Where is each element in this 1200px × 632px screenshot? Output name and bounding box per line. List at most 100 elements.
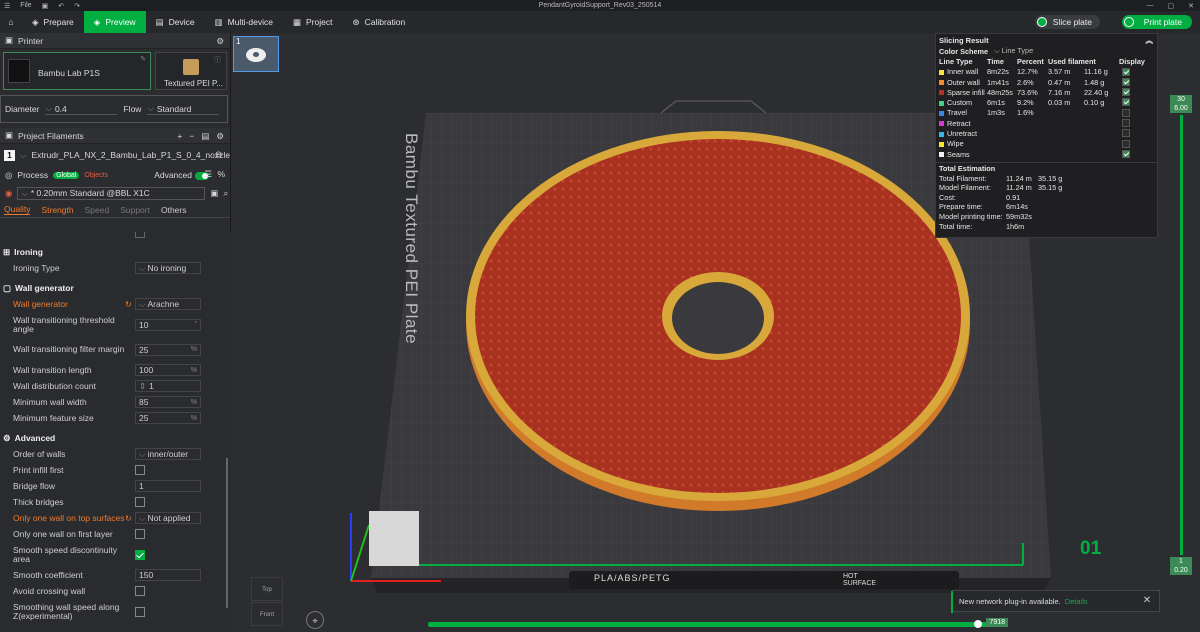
wall-transition-length-input[interactable]: 100%	[135, 364, 201, 376]
home-button[interactable]: ⌂	[0, 11, 22, 33]
plate-thumbnail-1[interactable]: 1	[233, 36, 279, 72]
stepper-icon[interactable]: ⇕	[139, 381, 146, 392]
edit-icon[interactable]: ✎	[140, 55, 146, 63]
printer-selector[interactable]: Bambu Lab P1S ✎	[3, 52, 151, 90]
display-checkbox[interactable]	[1122, 149, 1130, 158]
ironing-type-row: Ironing Type ⌵ No ironing	[0, 260, 231, 276]
order-of-walls-row: Order of walls ⌵ inner/outer	[0, 446, 231, 462]
line-percent: 1.6%	[1017, 108, 1034, 118]
filament-remove-icon[interactable]: ⊖	[215, 149, 222, 160]
wall-distribution-count-stepper[interactable]: ⇕ 1	[135, 380, 201, 392]
file-menu[interactable]: File	[20, 2, 31, 9]
sync-filament-icon[interactable]: ▤	[201, 131, 209, 142]
clipped-checkbox[interactable]	[135, 232, 145, 238]
reset-icon[interactable]: ↻	[125, 514, 132, 523]
title-bar: ☰ File ▣ ↶ ↷ PendantGyroidSupport_Rev03_…	[0, 0, 1200, 11]
one-wall-first-layer-checkbox[interactable]	[135, 529, 145, 539]
collapse-icon[interactable]: ︽	[1146, 35, 1154, 46]
tab-others[interactable]: Others	[161, 205, 187, 215]
cube-icon: ◈	[32, 16, 39, 27]
layer-track[interactable]	[1180, 115, 1183, 555]
minimum-feature-size-input[interactable]: 25%	[135, 412, 201, 424]
display-checkbox[interactable]	[1122, 108, 1130, 117]
estimation-row: Prepare time: 6m14s	[936, 202, 1157, 212]
plate-selector[interactable]: Textured PEI P... ⓘ	[155, 52, 227, 90]
redo-icon[interactable]: ↷	[74, 2, 80, 10]
tab-prepare[interactable]: ◈ Prepare	[22, 11, 84, 33]
remove-filament-icon[interactable]: −	[189, 131, 194, 142]
smooth-coefficient-input[interactable]: 150	[135, 569, 201, 581]
print-infill-first-checkbox[interactable]	[135, 465, 145, 475]
minimum-wall-width-input[interactable]: 85%	[135, 396, 201, 408]
tab-support[interactable]: Support	[120, 205, 150, 215]
smoothing-wall-speed-checkbox[interactable]	[135, 606, 145, 617]
tab-calibration[interactable]: ⊛ Calibration	[342, 11, 415, 33]
slice-dropdown-icon[interactable]	[1036, 17, 1047, 27]
display-checkbox[interactable]	[1122, 139, 1130, 148]
percent-icon[interactable]: %	[217, 169, 225, 179]
move-slider-knob[interactable]	[974, 620, 982, 628]
thick-bridges-checkbox[interactable]	[135, 497, 145, 507]
layer-top-handle[interactable]: 30 6.00	[1170, 95, 1192, 113]
tab-project[interactable]: ▦ Project	[283, 11, 343, 33]
bridge-flow-input[interactable]: 1	[135, 480, 201, 492]
tab-quality[interactable]: Quality	[4, 204, 31, 215]
camera-icon[interactable]: ⌖	[306, 611, 324, 629]
minimum-feature-size-row: Minimum feature size 25%	[0, 410, 231, 426]
layer-bottom-handle[interactable]: 1 0.20	[1170, 557, 1192, 575]
info-icon[interactable]: ⓘ	[214, 55, 221, 65]
reset-icon[interactable]: ↻	[125, 300, 132, 309]
move-slider[interactable]: 7918	[428, 618, 1008, 628]
one-wall-top-select[interactable]: ⌵ Not applied	[135, 512, 201, 524]
diameter-select[interactable]: ⌵ 0.4	[45, 103, 118, 115]
print-dropdown-icon[interactable]	[1123, 17, 1134, 27]
filament-item[interactable]: 1 ⌵ Extrudr_PLA_NX_2_Bambu_Lab_P1_S_0_4_…	[0, 144, 230, 166]
save-icon[interactable]: ▣	[42, 2, 49, 10]
tab-device[interactable]: ▤ Device	[146, 11, 205, 33]
display-checkbox[interactable]	[1122, 88, 1130, 97]
line-time: 8m22s	[987, 67, 1009, 77]
ironing-type-select[interactable]: ⌵ No ironing	[135, 262, 201, 274]
wall-threshold-angle-input[interactable]: 10 °	[135, 318, 201, 331]
line-type-swatch	[939, 90, 944, 96]
display-checkbox[interactable]	[1122, 67, 1130, 76]
global-toggle[interactable]: Global	[53, 171, 80, 179]
view-front-button[interactable]: Front	[251, 602, 283, 626]
print-plate-button[interactable]: Print plate	[1121, 15, 1192, 29]
process-section-header: ◎ Process Global Objects Advanced ☰ %	[5, 169, 225, 180]
close-notification-icon[interactable]: ✕	[1141, 595, 1153, 607]
add-filament-icon[interactable]: +	[177, 131, 182, 142]
order-of-walls-select[interactable]: ⌵ inner/outer	[135, 448, 201, 460]
tab-strength[interactable]: Strength	[41, 205, 73, 215]
undo-icon[interactable]: ↶	[58, 2, 64, 10]
search-icon[interactable]: ⌕	[223, 188, 228, 199]
color-scheme-select[interactable]: ⌵ Line Type	[994, 46, 1033, 56]
printer-settings-icon[interactable]: ⚙	[216, 36, 224, 47]
display-checkbox[interactable]	[1122, 98, 1130, 107]
flow-select[interactable]: ⌵ Standard	[147, 103, 220, 115]
wall-generator-select[interactable]: ⌵ Arachne	[135, 298, 201, 310]
wall-filter-margin-input[interactable]: 25%	[135, 343, 201, 356]
layer-slider[interactable]: 30 6.00 1 0.20	[1170, 95, 1192, 575]
minimize-icon[interactable]: —	[1147, 2, 1154, 9]
close-icon[interactable]: ✕	[1188, 2, 1194, 10]
view-top-button[interactable]: Top	[251, 577, 283, 601]
tab-preview[interactable]: ◈ Preview	[83, 11, 146, 33]
display-checkbox[interactable]	[1122, 129, 1130, 138]
menu-icon[interactable]: ☰	[4, 2, 10, 10]
save-preset-icon[interactable]: ▣	[210, 188, 218, 199]
avoid-crossing-wall-checkbox[interactable]	[135, 586, 145, 596]
process-preset-select[interactable]: ⌵ * 0.20mm Standard @BBL X1C	[17, 186, 206, 200]
slice-plate-button[interactable]: Slice plate	[1034, 15, 1100, 29]
display-checkbox[interactable]	[1122, 119, 1130, 128]
filament-settings-icon[interactable]: ⚙	[216, 131, 224, 142]
tab-speed[interactable]: Speed	[85, 205, 110, 215]
smooth-speed-checkbox[interactable]	[135, 549, 145, 560]
notification-details-link[interactable]: Details	[1065, 597, 1088, 606]
params-scrollbar[interactable]	[226, 458, 228, 608]
tab-multi-device[interactable]: ▥ Multi-device	[205, 11, 283, 33]
list-icon[interactable]: ☰	[204, 169, 212, 180]
objects-toggle[interactable]: Objects	[84, 172, 108, 179]
maximize-icon[interactable]: ▢	[1168, 2, 1175, 10]
display-checkbox[interactable]	[1122, 77, 1130, 86]
